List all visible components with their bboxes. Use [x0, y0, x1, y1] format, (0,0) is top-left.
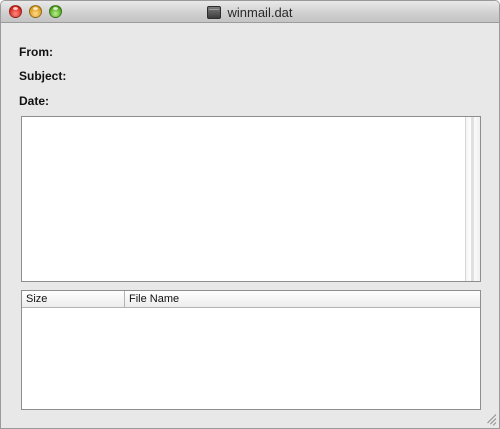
date-label: Date:	[19, 94, 50, 108]
window-title-group: winmail.dat	[1, 3, 499, 21]
window-title: winmail.dat	[227, 4, 293, 20]
title-bar[interactable]: winmail.dat	[1, 1, 499, 23]
from-label: From:	[19, 45, 53, 59]
column-header-file-name[interactable]: File Name	[125, 291, 480, 308]
body-scrollbar[interactable]	[465, 117, 480, 281]
attachments-table[interactable]: Size File Name	[21, 290, 481, 410]
subject-label: Subject:	[19, 69, 67, 83]
document-icon	[207, 5, 222, 19]
app-window: winmail.dat From: Subject: Date: Size Fi…	[0, 0, 500, 429]
message-body-view[interactable]	[21, 116, 481, 282]
resize-grip-icon[interactable]	[485, 414, 497, 426]
column-header-size[interactable]: Size	[22, 291, 125, 308]
